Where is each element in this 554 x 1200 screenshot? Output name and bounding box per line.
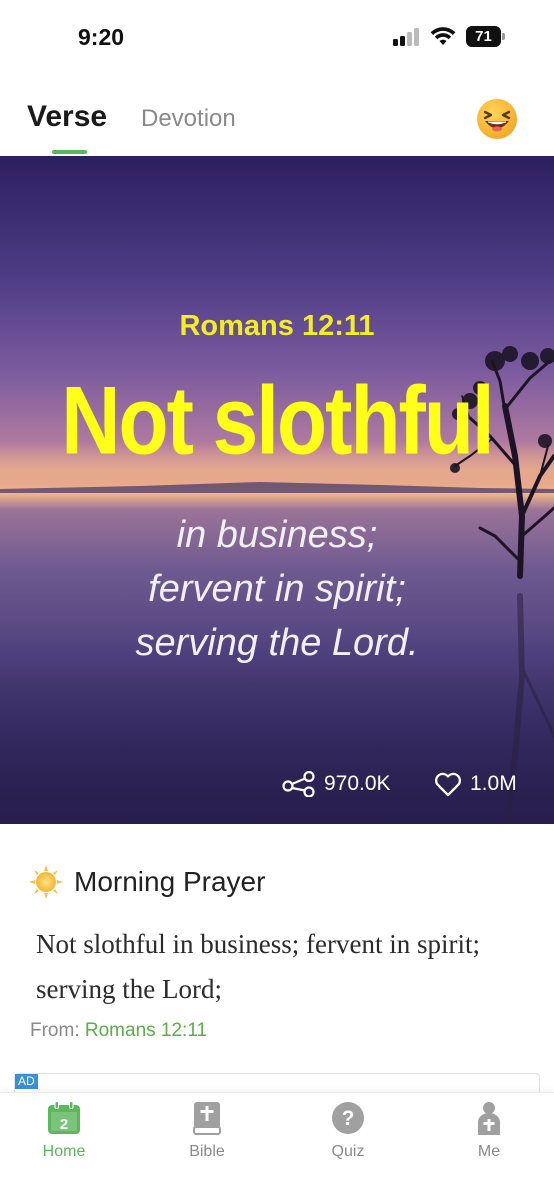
svg-text:?: ? <box>342 1107 355 1130</box>
share-button[interactable]: 970.0K <box>282 768 391 800</box>
nav-bible-label: Bible <box>189 1143 225 1160</box>
nav-home-label: Home <box>42 1143 86 1160</box>
top-tabs: Verse Devotion <box>0 92 554 156</box>
prayer-title: Morning Prayer <box>74 866 266 897</box>
verse-line-3: serving the Lord. <box>135 622 419 664</box>
active-tab-indicator <box>52 150 87 154</box>
morning-prayer-card[interactable]: Morning Prayer Not slothful in business;… <box>0 824 554 1064</box>
heart-icon <box>435 772 461 797</box>
prayer-header: Morning Prayer <box>28 864 265 900</box>
prayer-source: From: Romans 12:11 <box>30 1020 207 1042</box>
nav-quiz-label: Quiz <box>331 1143 365 1160</box>
battery-icon: 71 <box>466 26 506 47</box>
tab-verse[interactable]: Verse <box>27 100 107 134</box>
nav-quiz[interactable]: ? Quiz <box>298 1101 398 1161</box>
person-icon <box>478 1102 500 1135</box>
calendar-icon: 2 <box>48 1101 80 1134</box>
cellular-signal-icon <box>393 28 423 46</box>
verse-line-2: fervent in spirit; <box>148 568 406 610</box>
verse-reference: Romans 12:11 <box>179 310 375 342</box>
bottom-nav: 2 Home Bible ? Quiz Me <box>0 1092 554 1200</box>
sun-icon <box>29 865 63 899</box>
like-count: 1.0M <box>470 772 517 795</box>
status-time: 9:20 <box>78 24 125 50</box>
like-button[interactable]: 1.0M <box>434 768 517 800</box>
ad-badge: AD <box>15 1074 38 1089</box>
sunset-lake-background <box>0 346 554 824</box>
share-icon <box>282 771 315 797</box>
share-count: 970.0K <box>324 772 391 795</box>
tab-devotion[interactable]: Devotion <box>141 105 236 133</box>
nav-me-label: Me <box>477 1143 501 1160</box>
nav-bible[interactable]: Bible <box>157 1101 257 1161</box>
prayer-text: Not slothful in business; fervent in spi… <box>36 929 480 1004</box>
battery-level: 71 <box>475 28 492 45</box>
laughing-emoji-icon[interactable] <box>476 98 518 140</box>
question-icon: ? <box>332 1102 364 1134</box>
verse-line-1: in business; <box>176 514 378 556</box>
bible-icon <box>193 1102 221 1135</box>
verse-image-card[interactable]: Romans 12:11 Not slothful in business; f… <box>0 156 554 824</box>
nav-me[interactable]: Me <box>439 1101 539 1161</box>
prayer-source-link[interactable]: Romans 12:11 <box>85 1020 207 1041</box>
svg-text:2: 2 <box>60 1116 68 1133</box>
prayer-from-label: From: <box>30 1020 80 1041</box>
status-bar: 9:20 71 <box>0 0 554 72</box>
nav-home[interactable]: 2 Home <box>14 1101 114 1161</box>
wifi-icon <box>430 27 456 45</box>
verse-headline: Not slothful <box>61 367 494 475</box>
